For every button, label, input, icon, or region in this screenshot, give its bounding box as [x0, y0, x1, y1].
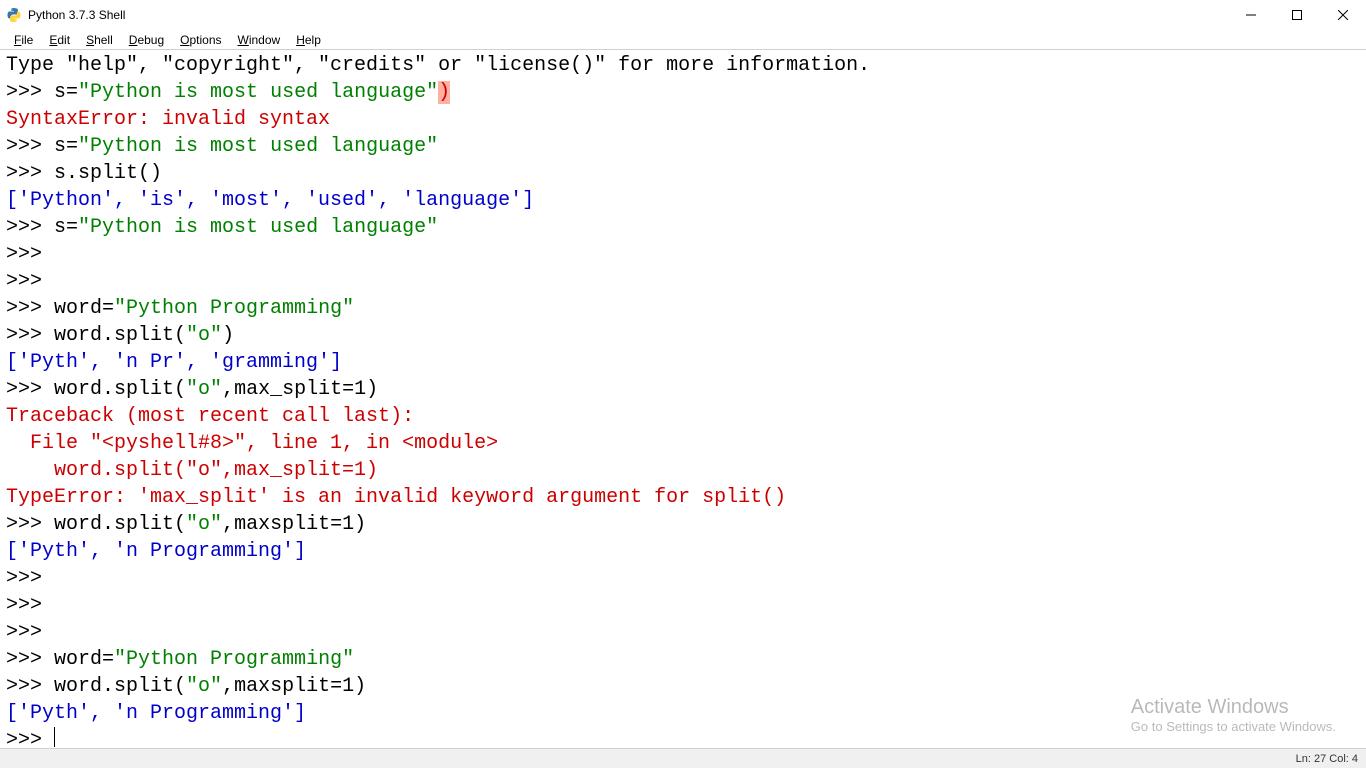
shell-line: >>> — [6, 241, 1360, 268]
menu-bar: FileEditShellDebugOptionsWindowHelp — [0, 30, 1366, 50]
shell-content[interactable]: Type "help", "copyright", "credits" or "… — [0, 50, 1366, 748]
shell-line: ['Pyth', 'n Programming'] — [6, 700, 1360, 727]
window-title: Python 3.7.3 Shell — [28, 8, 125, 22]
shell-line: SyntaxError: invalid syntax — [6, 106, 1360, 133]
shell-line: >>> — [6, 727, 1360, 748]
shell-line: Traceback (most recent call last): — [6, 403, 1360, 430]
python-icon — [6, 7, 22, 23]
shell-line: >>> word="Python Programming" — [6, 295, 1360, 322]
minimize-button[interactable] — [1228, 0, 1274, 30]
window-controls — [1228, 0, 1366, 30]
close-button[interactable] — [1320, 0, 1366, 30]
shell-line: >>> word="Python Programming" — [6, 646, 1360, 673]
shell-line: >>> s.split() — [6, 160, 1360, 187]
status-bar: Ln: 27 Col: 4 — [0, 748, 1366, 768]
menu-edit[interactable]: Edit — [41, 31, 78, 49]
shell-line: >>> word.split("o",maxsplit=1) — [6, 673, 1360, 700]
shell-line: >>> s="Python is most used language" — [6, 214, 1360, 241]
menu-help[interactable]: Help — [288, 31, 329, 49]
maximize-button[interactable] — [1274, 0, 1320, 30]
shell-line: >>> — [6, 565, 1360, 592]
shell-line: word.split("o",max_split=1) — [6, 457, 1360, 484]
shell-line: Type "help", "copyright", "credits" or "… — [6, 52, 1360, 79]
shell-line: >>> word.split("o",maxsplit=1) — [6, 511, 1360, 538]
shell-line: File "<pyshell#8>", line 1, in <module> — [6, 430, 1360, 457]
menu-file[interactable]: File — [6, 31, 41, 49]
shell-line: TypeError: 'max_split' is an invalid key… — [6, 484, 1360, 511]
shell-line: >>> word.split("o") — [6, 322, 1360, 349]
shell-line: >>> — [6, 619, 1360, 646]
shell-line: >>> — [6, 268, 1360, 295]
menu-options[interactable]: Options — [172, 31, 229, 49]
menu-shell[interactable]: Shell — [78, 31, 121, 49]
menu-window[interactable]: Window — [230, 31, 289, 49]
title-bar: Python 3.7.3 Shell — [0, 0, 1366, 30]
shell-line: >>> s="Python is most used language") — [6, 79, 1360, 106]
shell-line: ['Pyth', 'n Pr', 'gramming'] — [6, 349, 1360, 376]
shell-line: ['Python', 'is', 'most', 'used', 'langua… — [6, 187, 1360, 214]
shell-line: ['Pyth', 'n Programming'] — [6, 538, 1360, 565]
shell-line: >>> s="Python is most used language" — [6, 133, 1360, 160]
shell-line: >>> — [6, 592, 1360, 619]
cursor-position: Ln: 27 Col: 4 — [1296, 753, 1358, 765]
shell-line: >>> word.split("o",max_split=1) — [6, 376, 1360, 403]
menu-debug[interactable]: Debug — [121, 31, 172, 49]
